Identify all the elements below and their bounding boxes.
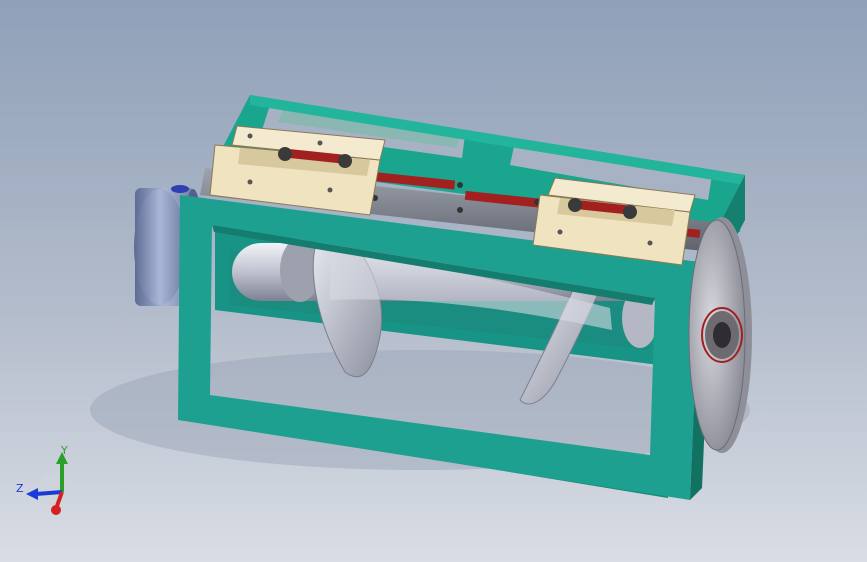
carriage-left[interactable] [209,125,386,216]
z-axis-arrow [26,488,38,500]
3d-model-view[interactable] [0,0,867,562]
z-axis-line [35,490,63,496]
cad-viewport[interactable]: Y Z [0,0,867,562]
x-axis-arrow [51,505,61,515]
view-orientation-triad[interactable]: Y Z [14,442,84,522]
pulley-wheel[interactable] [688,217,752,453]
y-axis-label: Y [60,444,68,457]
z-axis-label: Z [16,482,24,495]
